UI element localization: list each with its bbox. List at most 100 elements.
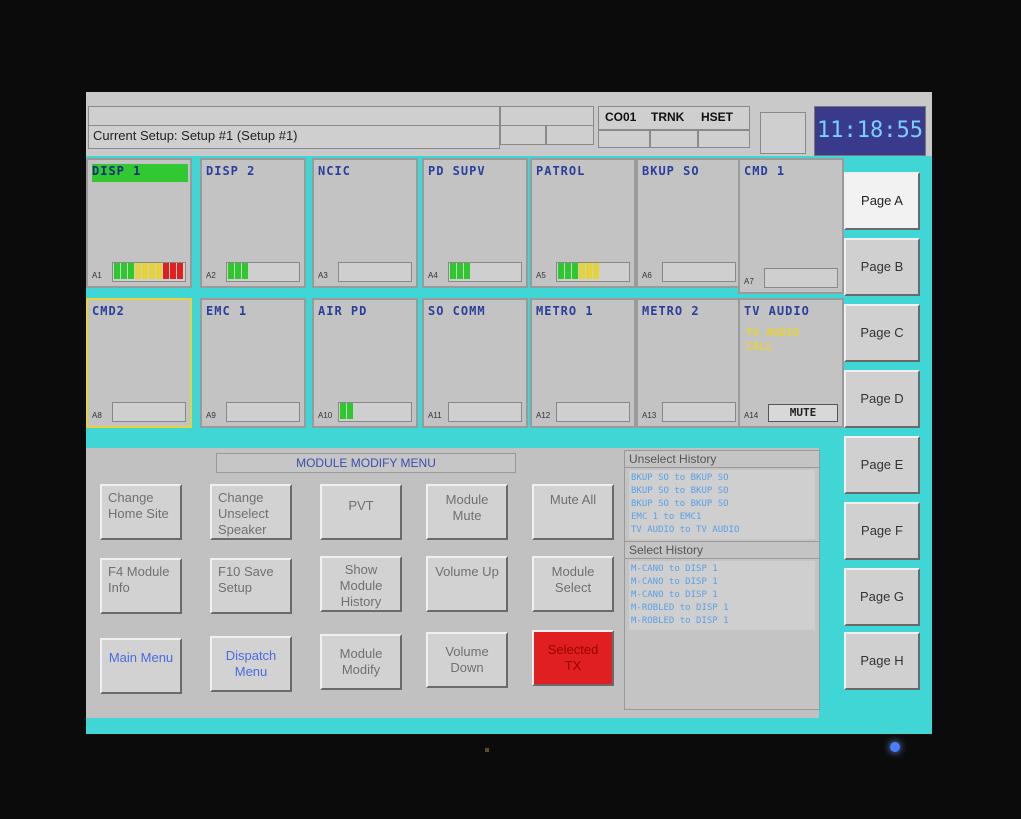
module-title: DISP 1 <box>92 164 188 182</box>
module-id: A8 <box>92 411 102 420</box>
module-id: A10 <box>318 411 333 420</box>
audio-level-meter <box>662 262 736 282</box>
status-field-b <box>500 125 546 145</box>
module-emc1[interactable]: EMC 1 A9 <box>200 298 306 428</box>
show-module-history-button[interactable]: Show Module History <box>320 556 402 612</box>
change-home-site-button[interactable]: Change Home Site <box>100 484 182 540</box>
list-item: BKUP SO to BKUP SO <box>631 486 729 496</box>
audio-level-meter <box>112 262 186 282</box>
audio-level-meter <box>338 402 412 422</box>
page-c-button[interactable]: Page C <box>844 304 920 362</box>
module-title: NCIC <box>318 164 351 178</box>
current-setup-label: Current Setup: Setup #1 (Setup #1) <box>88 125 500 149</box>
module-so-comm[interactable]: SO COMM A11 <box>422 298 528 428</box>
select-history-title: Select History <box>625 541 819 559</box>
module-id: A2 <box>206 271 216 280</box>
module-patrol[interactable]: PATROL A5 <box>530 158 636 288</box>
module-id: A12 <box>536 411 551 420</box>
selected-tx-button[interactable]: Selected TX <box>532 630 614 686</box>
list-item: BKUP SO to BKUP SO <box>631 499 729 509</box>
module-metro2[interactable]: METRO 2 A13 <box>636 298 742 428</box>
audio-level-meter <box>226 402 300 422</box>
page-d-button[interactable]: Page D <box>844 370 920 428</box>
trnk-label: TRNK <box>651 110 685 124</box>
module-disp2[interactable]: DISP 2 A2 <box>200 158 306 288</box>
page-b-button[interactable]: Page B <box>844 238 920 296</box>
volume-down-button[interactable]: Volume Down <box>426 632 508 688</box>
pvt-button[interactable]: PVT <box>320 484 402 540</box>
f10-save-setup-button[interactable]: F10 Save Setup <box>210 558 292 614</box>
module-status-line1: TV AUDIO <box>746 326 799 339</box>
module-cmd1[interactable]: CMD 1 A7 <box>738 158 844 294</box>
module-title: BKUP SO <box>642 164 700 178</box>
mute-all-button[interactable]: Mute All <box>532 484 614 540</box>
module-title: CMD2 <box>92 304 125 318</box>
module-select-button[interactable]: Module Select <box>532 556 614 612</box>
module-air-pd[interactable]: AIR PD A10 <box>312 298 418 428</box>
module-id: A7 <box>744 277 754 286</box>
line-status-co <box>598 130 650 148</box>
page-g-button[interactable]: Page G <box>844 568 920 626</box>
dispatch-menu-button[interactable]: Dispatch Menu <box>210 636 292 692</box>
module-id: A1 <box>92 271 102 280</box>
page-f-button[interactable]: Page F <box>844 502 920 560</box>
audio-level-meter <box>112 402 186 422</box>
module-bkup-so[interactable]: BKUP SO A6 <box>636 158 742 288</box>
module-id: A3 <box>318 271 328 280</box>
menu-title: MODULE MODIFY MENU <box>216 453 516 473</box>
module-modify-button[interactable]: Module Modify <box>320 634 402 690</box>
module-id: A9 <box>206 411 216 420</box>
console-screen: Current Setup: Setup #1 (Setup #1) CO01 … <box>86 92 932 734</box>
audio-level-meter <box>662 402 736 422</box>
select-history-list: M-CANO to DISP 1 M-CANO to DISP 1 M-CANO… <box>629 561 815 630</box>
header-bar: Current Setup: Setup #1 (Setup #1) CO01 … <box>86 92 932 156</box>
volume-up-button[interactable]: Volume Up <box>426 556 508 612</box>
audio-level-meter <box>556 402 630 422</box>
main-menu-button[interactable]: Main Menu <box>100 638 182 694</box>
page-e-button[interactable]: Page E <box>844 436 920 494</box>
module-tv-audio[interactable]: TV AUDIO TV AUDIO CALL A14 MUTE <box>738 298 844 428</box>
module-id: A14 <box>744 411 759 420</box>
audio-level-meter <box>764 268 838 288</box>
page-h-button[interactable]: Page H <box>844 632 920 690</box>
line-status-box: CO01 TRNK HSET <box>598 106 750 130</box>
status-field-c <box>546 125 594 145</box>
module-cmd2[interactable]: CMD2 A8 <box>86 298 192 428</box>
list-item: M-CANO to DISP 1 <box>631 590 718 600</box>
module-id: A5 <box>536 271 546 280</box>
audio-level-meter <box>338 262 412 282</box>
hset-label: HSET <box>701 110 734 124</box>
mute-indicator: MUTE <box>768 404 838 422</box>
f4-module-info-button[interactable]: F4 Module Info <box>100 558 182 614</box>
module-id: A6 <box>642 271 652 280</box>
module-mute-button[interactable]: Module Mute <box>426 484 508 540</box>
module-ncic[interactable]: NCIC A3 <box>312 158 418 288</box>
co-label: CO01 <box>605 110 637 124</box>
module-metro1[interactable]: METRO 1 A12 <box>530 298 636 428</box>
unselect-history-list: BKUP SO to BKUP SO BKUP SO to BKUP SO BK… <box>629 470 815 539</box>
module-title: AIR PD <box>318 304 368 318</box>
clock-display: 11:18:55 <box>814 106 926 156</box>
line-status-trnk <box>650 130 698 148</box>
list-item: M-ROBLED to DISP 1 <box>631 616 729 626</box>
change-unselect-speaker-button[interactable]: Change Unselect Speaker <box>210 484 292 540</box>
module-id: A11 <box>428 411 442 420</box>
indicator-box <box>760 112 806 154</box>
list-item: TV AUDIO to TV AUDIO <box>631 525 740 535</box>
list-item: M-CANO to DISP 1 <box>631 564 718 574</box>
module-title: METRO 1 <box>536 304 594 318</box>
module-status-line2: CALL <box>746 340 773 353</box>
status-field-top <box>88 106 500 126</box>
power-led <box>890 742 900 752</box>
list-item: EMC 1 to EMC1 <box>631 512 702 522</box>
module-title: EMC 1 <box>206 304 248 318</box>
module-modify-panel: MODULE MODIFY MENU Change Home Site Chan… <box>86 448 820 718</box>
module-pd-supv[interactable]: PD SUPV A4 <box>422 158 528 288</box>
bezel-mark <box>485 748 489 752</box>
module-disp1[interactable]: DISP 1 A1 <box>86 158 192 288</box>
page-a-button[interactable]: Page A <box>844 172 920 230</box>
audio-level-meter <box>556 262 630 282</box>
list-item: BKUP SO to BKUP SO <box>631 473 729 483</box>
unselect-history-title: Unselect History <box>625 451 819 468</box>
module-title: PATROL <box>536 164 586 178</box>
